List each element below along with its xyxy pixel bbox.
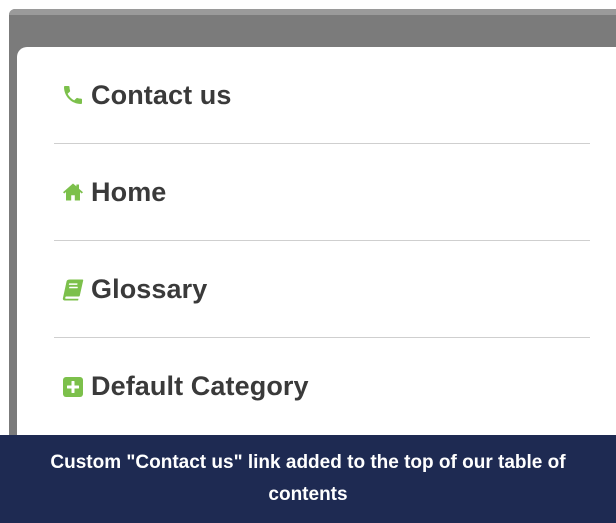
- toc-item-default-category[interactable]: Default Category: [54, 338, 590, 435]
- caption-text: Custom "Contact us" link added to the to…: [50, 452, 566, 505]
- plus-square-icon: [61, 375, 85, 399]
- toc-item-home[interactable]: Home: [54, 144, 590, 241]
- toc-item-label: Default Category: [91, 371, 309, 401]
- toc-item-label: Home: [91, 176, 167, 207]
- toc-item-contact-us[interactable]: Contact us: [54, 47, 590, 144]
- table-of-contents: Contact us Home Glossary Default Categor…: [54, 47, 590, 435]
- toc-item-label: Glossary: [91, 273, 208, 304]
- backdrop-top-strip: [9, 9, 616, 15]
- home-icon: [61, 180, 85, 204]
- toc-item-label: Contact us: [91, 79, 232, 110]
- toc-item-glossary[interactable]: Glossary: [54, 241, 590, 338]
- phone-icon: [61, 83, 85, 107]
- book-icon: [61, 277, 85, 301]
- caption-bar: Custom "Contact us" link added to the to…: [0, 435, 616, 523]
